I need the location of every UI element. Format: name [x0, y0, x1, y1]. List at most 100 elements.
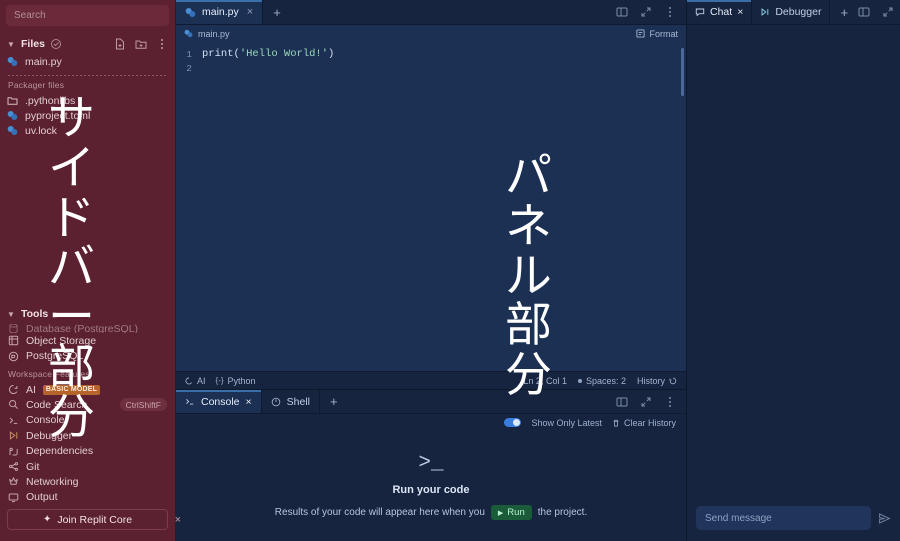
workspace-item-git[interactable]: Git: [0, 459, 175, 474]
status-language[interactable]: {-} Python: [216, 376, 256, 386]
console-tabbar: Console × Shell +: [176, 390, 686, 414]
terminal-prompt-icon: >_: [418, 452, 444, 475]
clear-history-button[interactable]: Clear History: [612, 418, 676, 428]
breadcrumb: main.py Format: [176, 25, 686, 42]
replit-workspace: Search ▼ Files main.py Packager files .p…: [0, 0, 900, 541]
expand-icon[interactable]: [640, 6, 652, 18]
networking-icon: [8, 476, 19, 487]
tab-debugger[interactable]: Debugger: [752, 0, 831, 24]
code-line: 1 print('Hello World!'): [176, 47, 686, 61]
workspace-item-networking[interactable]: Networking: [0, 474, 175, 489]
send-icon[interactable]: [878, 512, 891, 525]
tab-console[interactable]: Console ×: [176, 390, 262, 413]
ai-icon: [185, 377, 193, 385]
empty-state-text: Results of your code will appear here wh…: [275, 505, 587, 520]
storage-icon: [8, 335, 19, 346]
run-button[interactable]: ▶ Run: [490, 505, 532, 520]
tab-label: main.py: [202, 6, 239, 18]
status-badge: BASIC MODEL: [42, 384, 101, 395]
expand-icon[interactable]: [640, 396, 652, 408]
workspace-item-console[interactable]: Console: [0, 413, 175, 428]
new-folder-icon[interactable]: [135, 38, 147, 50]
close-icon[interactable]: ×: [737, 6, 743, 18]
debugger-icon: [8, 430, 19, 441]
workspace-item-debugger[interactable]: Debugger: [0, 428, 175, 443]
debugger-icon: [760, 7, 770, 17]
file-item-pyprojecttoml[interactable]: pyproject.toml: [0, 108, 175, 123]
expand-icon[interactable]: [882, 6, 894, 18]
tab-mainpy[interactable]: main.py ×: [176, 0, 264, 24]
core-label: Join Replit Core: [57, 513, 133, 526]
tab-chat[interactable]: Chat ×: [687, 0, 753, 24]
tab-label: Debugger: [775, 6, 822, 18]
message-input[interactable]: Send message: [696, 506, 871, 530]
workspace-item-output[interactable]: Output: [0, 490, 175, 505]
file-item-pythonlibs[interactable]: .pythonlibs: [0, 93, 175, 108]
editor-scrollbar[interactable]: [681, 48, 684, 96]
new-tab-button[interactable]: +: [263, 0, 291, 24]
more-icon[interactable]: [664, 6, 676, 18]
dot-icon: [577, 378, 582, 383]
more-icon[interactable]: [156, 38, 168, 50]
tools-section-header[interactable]: ▼ Tools: [0, 304, 175, 324]
search-input[interactable]: Search: [6, 5, 169, 26]
editor-tabbar: main.py × +: [176, 0, 686, 25]
new-file-icon[interactable]: [114, 38, 126, 50]
close-icon[interactable]: ×: [246, 396, 252, 408]
code-editor[interactable]: 1 print('Hello World!') 2: [176, 42, 686, 371]
workspace-item-dependencies[interactable]: Dependencies: [0, 443, 175, 458]
new-console-tab-button[interactable]: +: [320, 390, 348, 413]
empty-text-after: the project.: [537, 507, 588, 518]
files-title: Files: [21, 38, 45, 50]
right-panel: Chat × Debugger + Send message: [686, 0, 900, 541]
more-icon[interactable]: [664, 396, 676, 408]
empty-state-title: Run your code: [392, 484, 470, 496]
tab-label: Console: [201, 395, 240, 408]
status-spaces[interactable]: Spaces: 2: [577, 376, 626, 386]
format-button[interactable]: Format: [636, 29, 678, 39]
editor-statusbar: AI {-} Python Ln 2, Col 1 Spaces: 2 Hist…: [176, 371, 686, 389]
file-item-mainpy[interactable]: main.py: [0, 54, 175, 69]
tool-item-clipped[interactable]: Database (PostgreSQL): [0, 324, 175, 334]
tools-title: Tools: [21, 308, 49, 321]
split-pane-icon[interactable]: [858, 6, 870, 18]
status-history-label: History: [636, 375, 665, 386]
workspace-item-ai[interactable]: AI BASIC MODEL: [0, 382, 175, 397]
status-history[interactable]: History: [637, 376, 677, 386]
show-only-latest-label: Show Only Latest: [531, 417, 602, 428]
chat-icon: [695, 7, 705, 17]
workspace-label: AI: [26, 383, 36, 396]
close-icon[interactable]: ×: [175, 514, 181, 526]
sidebar: Search ▼ Files main.py Packager files .p…: [0, 0, 181, 541]
packager-section-label: Packager files: [8, 80, 65, 90]
status-ai[interactable]: AI: [185, 376, 206, 386]
keyboard-shortcut: CtrlShiftF: [119, 398, 167, 412]
join-replit-core-button[interactable]: ✦ Join Replit Core ×: [7, 509, 181, 530]
split-pane-icon[interactable]: [616, 396, 628, 408]
workspace-label: Console: [26, 414, 65, 427]
files-section-header[interactable]: ▼ Files: [0, 34, 175, 54]
split-pane-icon[interactable]: [616, 6, 628, 18]
code-prefix: print(: [202, 48, 240, 60]
workspace-label: Debugger: [26, 429, 73, 442]
tool-item-object-storage[interactable]: Object Storage: [0, 333, 175, 348]
file-item-uvlock[interactable]: uv.lock: [0, 123, 175, 138]
search-icon: [8, 399, 19, 410]
git-icon: [8, 461, 19, 472]
format-icon: [636, 29, 646, 38]
chevron-down-icon: ▼: [7, 39, 15, 49]
sidebar-divider: [8, 75, 167, 76]
edit-badge-icon: [50, 38, 62, 50]
postgres-icon: [8, 351, 19, 362]
new-right-tab-button[interactable]: +: [830, 0, 858, 24]
workspace-item-code-search[interactable]: Code Search CtrlShiftF: [0, 397, 175, 412]
show-only-latest-toggle[interactable]: [504, 418, 522, 427]
console-icon: [185, 397, 195, 407]
folder-icon: [7, 95, 18, 106]
console-toolbar: Show Only Latest Clear History: [176, 414, 686, 431]
tool-item-postgresql[interactable]: PostgreSQL: [0, 348, 175, 363]
tab-label: Chat: [710, 6, 733, 18]
close-icon[interactable]: ×: [247, 6, 253, 18]
braces-icon: {-}: [215, 376, 224, 385]
tab-shell[interactable]: Shell: [262, 390, 321, 413]
